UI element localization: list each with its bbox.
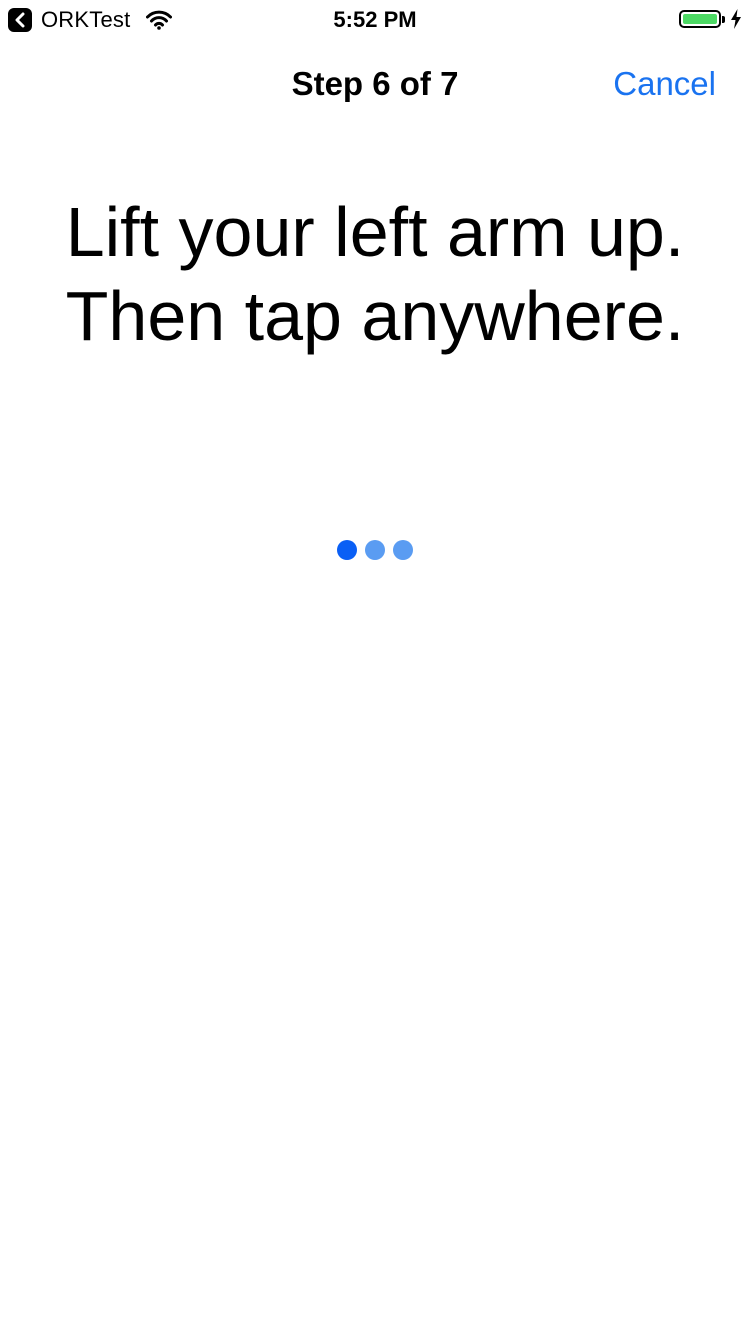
cancel-button[interactable]: Cancel [613,64,716,104]
charging-bolt-icon [730,9,742,29]
screen[interactable]: ORKTest 5:52 PM Step 6 of 7 Cancel Lift … [0,0,750,1334]
activity-indicator [0,540,750,560]
activity-dot-inactive [365,540,385,560]
activity-dot-inactive [393,540,413,560]
activity-dot-active [337,540,357,560]
status-time: 5:52 PM [333,7,417,32]
instruction-text: Lift your left arm up. Then tap anywhere… [40,190,710,358]
navigation-bar: Step 6 of 7 Cancel [0,40,750,128]
instruction-line-1: Lift your left arm up. [65,193,685,271]
battery-level-fill [683,14,717,24]
battery-indicator [679,9,742,29]
battery-nub [722,15,725,23]
instruction-line-2: Then tap anywhere. [65,277,685,355]
battery-icon [679,10,721,28]
status-bar: ORKTest 5:52 PM [0,0,750,40]
